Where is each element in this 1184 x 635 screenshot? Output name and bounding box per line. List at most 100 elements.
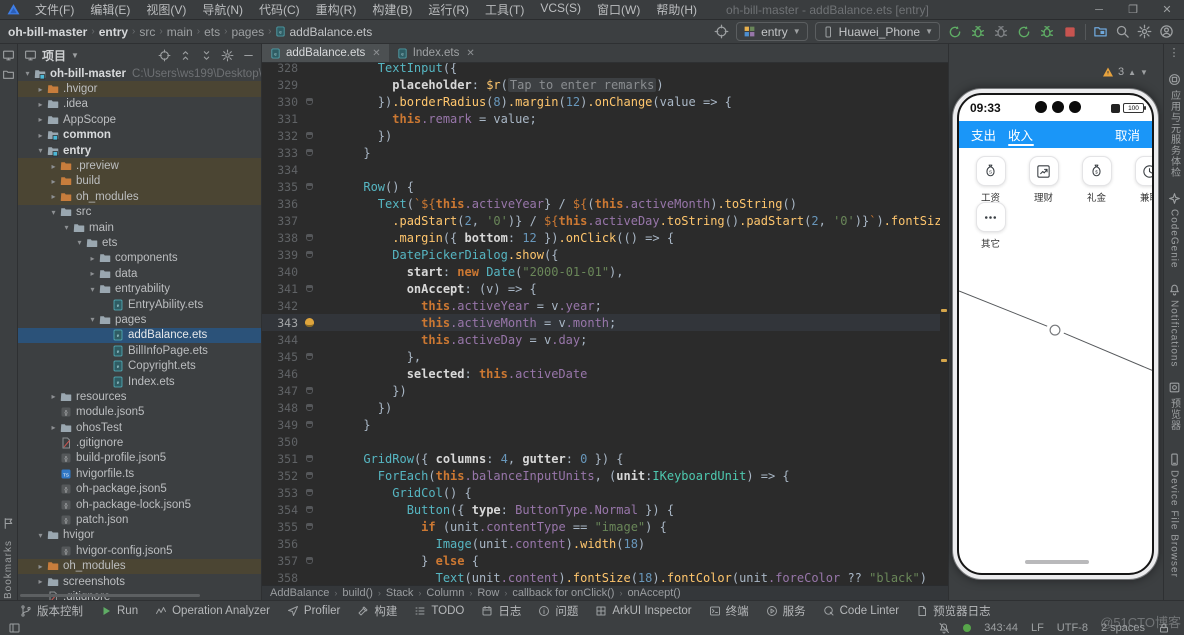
fold-marker-icon[interactable]	[305, 132, 313, 139]
tree-row-components[interactable]: ▸ components	[18, 251, 261, 266]
tree-row-EntryAbility.ets[interactable]: e EntryAbility.ets	[18, 297, 261, 312]
tree-chevron-icon[interactable]: ▾	[22, 69, 33, 78]
toolwindow-button-grid[interactable]: ArkUI Inspector	[595, 605, 692, 617]
tree-row-oh_modules[interactable]: ▸ oh_modules	[18, 189, 261, 205]
code-line-353[interactable]: 353 GridCol() {	[262, 484, 948, 501]
fold-marker-icon[interactable]	[305, 183, 313, 190]
fold-marker-icon[interactable]	[305, 251, 313, 258]
tree-chevron-icon[interactable]: ▸	[48, 392, 59, 401]
toolwindow-button-doc[interactable]: 预览器日志	[916, 603, 991, 619]
code-breadcrumb-segment[interactable]: Row	[477, 587, 499, 599]
tree-row-Copyright.ets[interactable]: e Copyright.ets	[18, 358, 261, 373]
toolwindow-genie[interactable]: CodeGenie	[1164, 192, 1184, 269]
bookmarks-toolwindow[interactable]: Bookmarks	[0, 512, 17, 599]
line-number[interactable]: 340	[262, 265, 298, 279]
code-breadcrumb-segment[interactable]: callback for onClick()	[512, 587, 614, 599]
line-number[interactable]: 356	[262, 537, 298, 551]
toolwindow-button-wave[interactable]: Operation Analyzer	[155, 605, 270, 617]
menu-item-2[interactable]: 视图(V)	[139, 0, 193, 20]
tree-chevron-icon[interactable]: ▾	[87, 285, 98, 294]
toolwindow-button-branch[interactable]: 版本控制	[20, 603, 83, 619]
line-number[interactable]: 357	[262, 554, 298, 568]
line-number[interactable]: 329	[262, 78, 298, 92]
inspections-widget[interactable]: 3 ▲ ▼	[1102, 66, 1148, 78]
menu-item-0[interactable]: 文件(F)	[28, 0, 81, 20]
tree-row-oh_modules[interactable]: ▸ oh_modules	[18, 558, 261, 574]
tree-row-pages[interactable]: ▾ pages	[18, 312, 261, 327]
category-button-理财[interactable]	[1028, 156, 1059, 186]
code-line-334[interactable]: 334	[262, 161, 948, 178]
code-line-337[interactable]: 337 .padStart(2, '0')} / ${this.activeDa…	[262, 212, 948, 229]
line-number[interactable]: 358	[262, 571, 298, 585]
tree-row-module.json5[interactable]: {} module.json5	[18, 405, 261, 420]
tree-chevron-icon[interactable]: ▾	[35, 531, 46, 540]
toolwindow-button-calendar[interactable]: 日志	[481, 603, 521, 619]
profile-icon[interactable]	[1159, 24, 1174, 39]
close-button[interactable]: ✕	[1150, 0, 1184, 20]
maximize-button[interactable]: ❐	[1116, 0, 1150, 20]
fold-marker-icon[interactable]	[305, 506, 313, 513]
tree-row-patch.json[interactable]: {} patch.json	[18, 512, 261, 527]
tree-chevron-icon[interactable]: ▾	[74, 238, 85, 247]
code-line-340[interactable]: 340 start: new Date("2000-01-01"),	[262, 263, 948, 280]
phone-screen[interactable]: 09:33 100 支出收入 取消 S工资理财 $ 礼金 兼职其它	[957, 93, 1154, 575]
code-breadcrumb-segment[interactable]: onAccept()	[627, 587, 680, 599]
encoding[interactable]: UTF-8	[1057, 622, 1088, 634]
tree-chevron-icon[interactable]: ▾	[61, 223, 72, 232]
close-icon[interactable]: ✕	[466, 48, 474, 59]
breadcrumb-segment[interactable]: pages	[231, 25, 264, 39]
code-line-349[interactable]: 349 }	[262, 416, 948, 433]
close-icon[interactable]: ✕	[372, 48, 380, 59]
tree-row-build-profile.json5[interactable]: {} build-profile.json5	[18, 451, 261, 466]
tree-row-resources[interactable]: ▸ resources	[18, 389, 261, 404]
line-number[interactable]: 335	[262, 180, 298, 194]
line-number[interactable]: 345	[262, 350, 298, 364]
preview-tab-收入[interactable]: 收入	[1008, 121, 1033, 148]
toolwindow-previewer[interactable]: 预览器	[1164, 381, 1184, 431]
category-button-礼金[interactable]: $	[1081, 156, 1112, 186]
fold-marker-icon[interactable]	[305, 455, 313, 462]
code-line-333[interactable]: 333 }	[262, 144, 948, 161]
tree-row-data[interactable]: ▸ data	[18, 266, 261, 281]
tab-Index.ets[interactable]: e Index.ets ✕	[389, 44, 483, 62]
toolwindow-button-info[interactable]: 问题	[538, 603, 578, 619]
tree-row-hvigor-config.json5[interactable]: {} hvigor-config.json5	[18, 543, 261, 558]
tree-chevron-icon[interactable]: ▸	[35, 562, 46, 571]
debug-button[interactable]	[970, 24, 986, 40]
line-number[interactable]: 336	[262, 197, 298, 211]
next-warning-icon[interactable]: ▼	[1140, 68, 1148, 77]
preview-tab-支出[interactable]: 支出	[971, 121, 996, 148]
attach-debugger-button[interactable]	[993, 24, 1009, 40]
tree-row-entry[interactable]: ▾ entry	[18, 143, 261, 158]
device-manager-icon[interactable]	[1093, 24, 1108, 39]
menu-item-3[interactable]: 导航(N)	[195, 0, 250, 20]
tree-row-hvigorfile.ts[interactable]: TS hvigorfile.ts	[18, 466, 261, 481]
fold-marker-icon[interactable]	[305, 472, 313, 479]
minus-icon[interactable]	[242, 49, 255, 62]
line-number[interactable]: 342	[262, 299, 298, 313]
tree-chevron-icon[interactable]: ▸	[35, 85, 46, 94]
code-line-336[interactable]: 336 Text(`${this.activeYear} / ${(this.a…	[262, 195, 948, 212]
category-button-工资[interactable]: S	[975, 156, 1006, 186]
code-line-330[interactable]: 330 }).borderRadius(8).margin(12).onChan…	[262, 93, 948, 110]
tree-row-common[interactable]: ▸ common	[18, 128, 261, 143]
prev-warning-icon[interactable]: ▲	[1128, 68, 1136, 77]
fold-marker-icon[interactable]	[305, 285, 313, 292]
toolwindow-button-todo[interactable]: TODO	[414, 605, 464, 617]
fold-marker-icon[interactable]	[305, 421, 313, 428]
code-line-350[interactable]: 350	[262, 433, 948, 450]
warning-mark[interactable]	[941, 359, 947, 362]
run-button[interactable]	[947, 24, 963, 40]
code-line-345[interactable]: 345 },	[262, 348, 948, 365]
line-number[interactable]: 339	[262, 248, 298, 262]
tree-chevron-icon[interactable]: ▸	[48, 177, 59, 186]
debug-rerun-button[interactable]	[1039, 24, 1055, 40]
code-line-354[interactable]: 354 Button({ type: ButtonType.Normal }) …	[262, 501, 948, 518]
code-line-335[interactable]: 335 Row() {	[262, 178, 948, 195]
fold-marker-icon[interactable]	[305, 404, 313, 411]
breadcrumb-segment[interactable]: oh-bill-master	[8, 25, 87, 39]
gear-icon[interactable]	[1137, 24, 1152, 39]
fold-marker-icon[interactable]	[305, 149, 313, 156]
code-line-355[interactable]: 355 if (unit.contentType == "image") {	[262, 518, 948, 535]
code-line-358[interactable]: 358 Text(unit.content).fontSize(18).font…	[262, 569, 948, 585]
